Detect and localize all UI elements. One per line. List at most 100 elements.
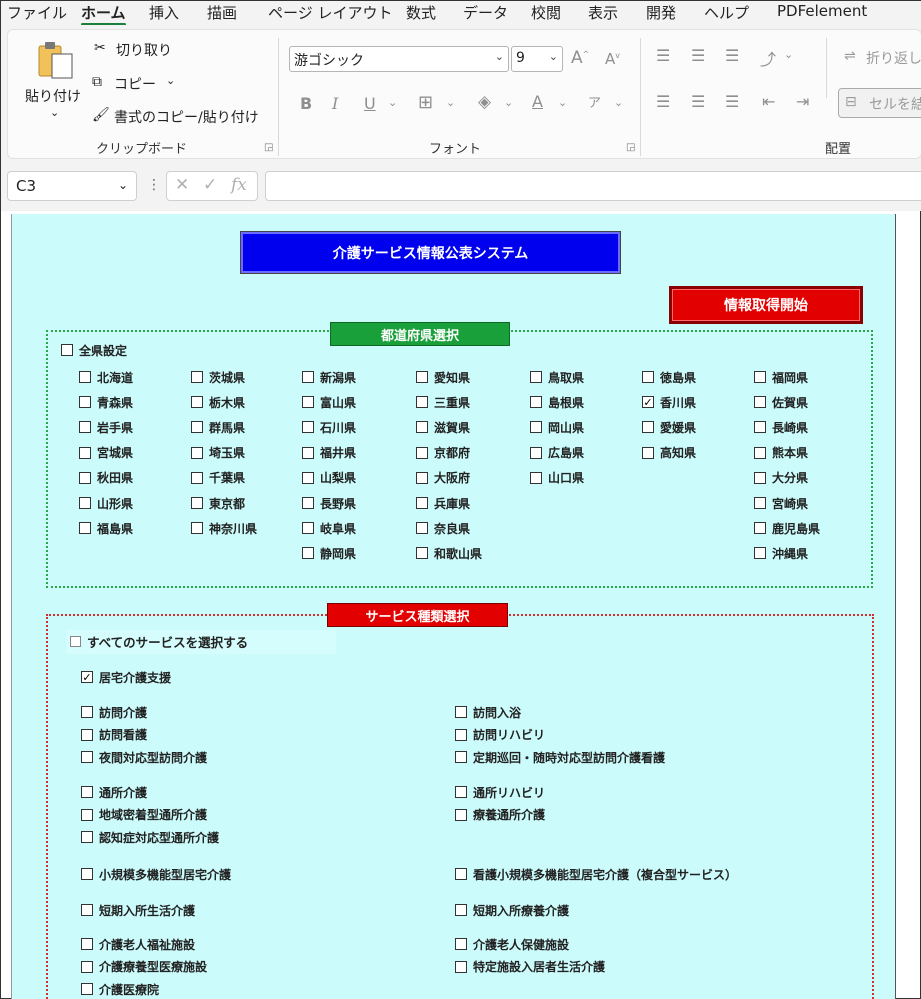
- font-size-combo[interactable]: 9 ⌄: [511, 46, 563, 72]
- prefecture-checkbox[interactable]: 大阪府: [416, 470, 470, 486]
- cancel-icon[interactable]: ✕: [175, 175, 189, 195]
- more-options-icon[interactable]: ⋮: [147, 177, 161, 193]
- merge-cells-button[interactable]: ⊟ セルを結: [838, 88, 921, 118]
- italic-icon[interactable]: I: [332, 94, 338, 113]
- format-painter-icon[interactable]: 🖌: [92, 107, 110, 123]
- phonetic-icon[interactable]: ア: [588, 92, 601, 111]
- prefecture-checkbox[interactable]: 埼玉県: [191, 445, 245, 461]
- prefecture-checkbox[interactable]: 島根県: [530, 394, 584, 410]
- prefecture-checkbox[interactable]: 茨城県: [191, 369, 245, 385]
- bold-icon[interactable]: B: [300, 94, 312, 113]
- name-box[interactable]: C3 ⌄: [7, 171, 137, 201]
- prefecture-checkbox[interactable]: 福岡県: [754, 369, 808, 385]
- prefecture-checkbox[interactable]: 山形県: [79, 495, 133, 511]
- font-launcher-icon[interactable]: ◲: [626, 142, 635, 153]
- prefecture-checkbox[interactable]: 京都府: [416, 445, 470, 461]
- prefecture-checkbox[interactable]: 鹿児島県: [754, 520, 820, 536]
- menu-home[interactable]: ホーム: [81, 2, 126, 26]
- menu-view[interactable]: 表示: [588, 2, 618, 23]
- increase-indent-icon[interactable]: ⇥: [796, 92, 809, 111]
- prefecture-checkbox[interactable]: 新潟県: [302, 369, 356, 385]
- underline-icon[interactable]: U: [364, 94, 376, 113]
- prefecture-checkbox[interactable]: 北海道: [79, 369, 133, 385]
- wrap-text-button[interactable]: 折り返し: [866, 48, 921, 68]
- prefecture-checkbox[interactable]: 奈良県: [416, 520, 470, 536]
- align-middle-icon[interactable]: ☰: [691, 46, 705, 65]
- cut-button[interactable]: 切り取り: [116, 40, 172, 60]
- align-left-icon[interactable]: ☰: [656, 92, 670, 111]
- prefecture-checkbox[interactable]: 青森県: [79, 394, 133, 410]
- service-checkbox[interactable]: 短期入所生活介護: [81, 902, 195, 918]
- insert-function-icon[interactable]: fx: [231, 175, 247, 195]
- clipboard-launcher-icon[interactable]: ◲: [264, 142, 273, 153]
- start-retrieval-button[interactable]: 情報取得開始: [669, 286, 863, 324]
- prefecture-checkbox[interactable]: 千葉県: [191, 470, 245, 486]
- paste-dropdown-icon[interactable]: ⌄: [50, 106, 59, 119]
- prefecture-checkbox[interactable]: 福島県: [79, 520, 133, 536]
- prefecture-checkbox[interactable]: 岩手県: [79, 419, 133, 435]
- menu-developer[interactable]: 開発: [646, 2, 676, 23]
- align-center-icon[interactable]: ☰: [691, 92, 705, 111]
- all-prefectures-checkbox[interactable]: 全県設定: [61, 342, 127, 358]
- font-color-icon[interactable]: A: [532, 92, 543, 111]
- chevron-down-icon[interactable]: ⌄: [504, 96, 513, 109]
- service-checkbox[interactable]: 特定施設入居者生活介護: [455, 959, 605, 975]
- service-checkbox[interactable]: 介護療養型医療施設: [81, 959, 207, 975]
- menu-data[interactable]: データ: [463, 2, 508, 23]
- menu-pdfelement[interactable]: PDFelement: [777, 2, 867, 20]
- service-checkbox[interactable]: 地域密着型通所介護: [81, 807, 207, 823]
- service-checkbox[interactable]: 通所介護: [81, 784, 147, 800]
- wrap-text-icon[interactable]: ⇌: [844, 48, 856, 64]
- service-checkbox[interactable]: 夜間対応型訪問介護: [81, 749, 207, 765]
- service-checkbox[interactable]: 介護老人保健施設: [455, 936, 569, 952]
- service-checkbox[interactable]: 定期巡回・随時対応型訪問介護看護: [455, 749, 665, 765]
- service-checkbox[interactable]: 訪問入浴: [455, 704, 521, 720]
- home-care-support-checkbox[interactable]: ✓ 居宅介護支援: [81, 669, 171, 685]
- service-checkbox[interactable]: 看護小規模多機能型居宅介護（複合型サービス）: [455, 866, 737, 882]
- decrease-font-icon[interactable]: Av: [605, 50, 620, 68]
- prefecture-checkbox[interactable]: 佐賀県: [754, 394, 808, 410]
- prefecture-checkbox[interactable]: 大分県: [754, 470, 808, 486]
- prefecture-checkbox[interactable]: 富山県: [302, 394, 356, 410]
- prefecture-checkbox[interactable]: 神奈川県: [191, 520, 257, 536]
- prefecture-checkbox[interactable]: 群馬県: [191, 419, 245, 435]
- prefecture-checkbox[interactable]: 栃木県: [191, 394, 245, 410]
- prefecture-checkbox[interactable]: 山口県: [530, 470, 584, 486]
- select-all-services-checkbox[interactable]: すべてのサービスを選択する: [70, 633, 248, 650]
- chevron-down-icon[interactable]: ⌄: [558, 96, 567, 109]
- border-icon[interactable]: ⊞: [418, 92, 433, 113]
- service-checkbox[interactable]: 療養通所介護: [455, 807, 545, 823]
- chevron-down-icon[interactable]: ⌄: [784, 48, 793, 61]
- prefecture-checkbox[interactable]: 愛媛県: [642, 419, 696, 435]
- chevron-down-icon[interactable]: ⌄: [388, 96, 397, 109]
- prefecture-checkbox[interactable]: 宮城県: [79, 445, 133, 461]
- menu-insert[interactable]: 挿入: [149, 2, 179, 23]
- format-painter-button[interactable]: 書式のコピー/貼り付け: [114, 107, 259, 127]
- chevron-down-icon[interactable]: ⌄: [446, 96, 455, 109]
- copy-icon[interactable]: ⧉: [92, 74, 102, 90]
- service-checkbox[interactable]: 短期入所療養介護: [455, 902, 569, 918]
- service-checkbox[interactable]: 訪問介護: [81, 704, 147, 720]
- prefecture-checkbox[interactable]: 長野県: [302, 495, 356, 511]
- copy-button[interactable]: コピー: [114, 74, 156, 94]
- align-bottom-icon[interactable]: ☰: [725, 46, 739, 65]
- prefecture-checkbox[interactable]: 三重県: [416, 394, 470, 410]
- prefecture-checkbox[interactable]: 静岡県: [302, 545, 356, 561]
- prefecture-checkbox[interactable]: 鳥取県: [530, 369, 584, 385]
- confirm-icon[interactable]: ✓: [203, 175, 217, 195]
- menu-file[interactable]: ファイル: [7, 2, 67, 23]
- prefecture-checkbox[interactable]: 福井県: [302, 445, 356, 461]
- copy-dropdown-icon[interactable]: ⌄: [166, 74, 175, 87]
- service-checkbox[interactable]: 小規模多機能型居宅介護: [81, 866, 231, 882]
- prefecture-checkbox[interactable]: 徳島県: [642, 369, 696, 385]
- prefecture-checkbox[interactable]: 愛知県: [416, 369, 470, 385]
- font-name-combo[interactable]: 游ゴシック ⌄: [289, 46, 509, 72]
- service-checkbox[interactable]: 認知症対応型通所介護: [81, 829, 219, 845]
- cut-icon[interactable]: ✂: [94, 40, 106, 56]
- prefecture-checkbox[interactable]: 東京都: [191, 495, 245, 511]
- menu-review[interactable]: 校閲: [531, 2, 561, 23]
- paste-icon[interactable]: [36, 38, 76, 82]
- prefecture-checkbox[interactable]: ✓ 香川県: [642, 394, 696, 410]
- paste-button[interactable]: 貼り付け: [25, 86, 81, 106]
- formula-input[interactable]: [265, 171, 921, 201]
